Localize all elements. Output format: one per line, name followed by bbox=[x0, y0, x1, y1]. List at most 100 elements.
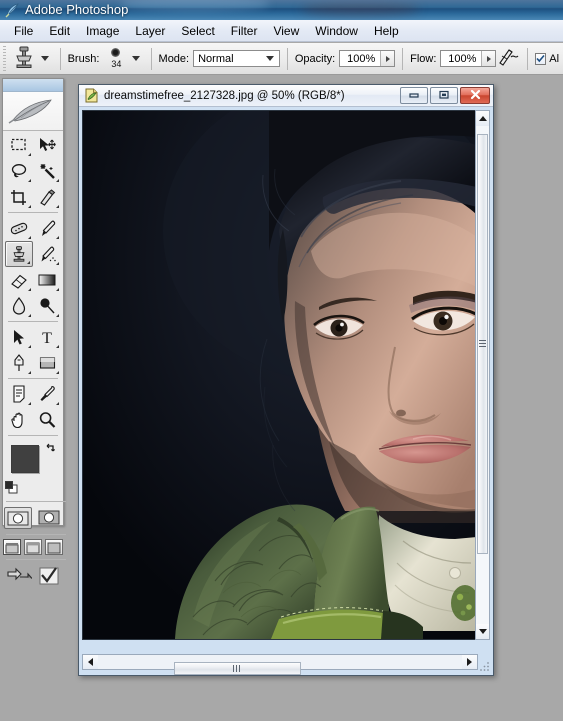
flyout-corner-icon bbox=[56, 345, 59, 348]
restore-button[interactable] bbox=[430, 87, 458, 104]
tool-lasso[interactable] bbox=[5, 158, 33, 184]
tool-healing-brush[interactable] bbox=[5, 215, 33, 241]
flyout-corner-icon bbox=[56, 371, 59, 374]
tool-history-brush[interactable] bbox=[33, 241, 61, 267]
swap-colors-icon[interactable] bbox=[44, 442, 57, 458]
flyout-corner-icon bbox=[28, 345, 31, 348]
tool-magic-wand[interactable] bbox=[33, 158, 61, 184]
flow-label: Flow: bbox=[410, 52, 437, 65]
tool-zoom[interactable] bbox=[33, 407, 61, 433]
tool-hand[interactable] bbox=[5, 407, 33, 433]
tool-notes[interactable] bbox=[5, 381, 33, 407]
options-separator-4 bbox=[402, 47, 404, 70]
image-canvas[interactable] bbox=[82, 110, 478, 640]
toolbox-tool-grid: T bbox=[3, 131, 63, 439]
tool-rectangular-marquee[interactable] bbox=[5, 132, 33, 158]
close-button[interactable] bbox=[460, 87, 490, 104]
scroll-left-icon[interactable] bbox=[83, 655, 98, 669]
toolbox-drag-header[interactable] bbox=[3, 79, 63, 92]
menu-window[interactable]: Window bbox=[307, 22, 366, 40]
flyout-corner-icon bbox=[56, 288, 59, 291]
brush-preview[interactable]: 34 bbox=[103, 45, 125, 73]
jump-to-imageready-button[interactable] bbox=[6, 566, 33, 589]
tool-slice[interactable] bbox=[33, 184, 61, 210]
tool-crop[interactable] bbox=[5, 184, 33, 210]
opacity-field[interactable]: 100% bbox=[339, 50, 396, 67]
options-bar-grip[interactable] bbox=[0, 43, 8, 74]
tool-pen[interactable] bbox=[5, 350, 33, 376]
tool-dodge[interactable] bbox=[33, 293, 61, 319]
flow-value: 100% bbox=[448, 52, 477, 65]
flow-stepper[interactable] bbox=[481, 51, 496, 66]
menubar: File Edit Image Layer Select Filter View… bbox=[0, 20, 563, 42]
foreground-color-swatch[interactable] bbox=[11, 445, 39, 473]
quick-mask-mode-button[interactable] bbox=[36, 507, 62, 527]
tool-brush[interactable] bbox=[33, 215, 61, 241]
tool-eyedropper[interactable] bbox=[33, 381, 61, 407]
toolbox-divider-2 bbox=[8, 321, 58, 322]
toolbox-divider-3 bbox=[8, 378, 58, 379]
vertical-scrollbar[interactable] bbox=[475, 110, 490, 640]
standard-screen-mode-button[interactable] bbox=[3, 539, 21, 555]
application-titlebar: Adobe Photoshop bbox=[0, 0, 563, 20]
minimize-button[interactable] bbox=[400, 87, 428, 104]
document-titlebar[interactable]: dreamstimefree_2127328.jpg @ 50% (RGB/8*… bbox=[79, 85, 493, 107]
vertical-scroll-thumb[interactable] bbox=[477, 134, 488, 554]
menu-layer[interactable]: Layer bbox=[127, 22, 173, 40]
menu-view[interactable]: View bbox=[265, 22, 307, 40]
flyout-corner-icon bbox=[56, 205, 59, 208]
toolbox-divider-7 bbox=[6, 559, 66, 560]
brush-picker-chevron-down-icon[interactable] bbox=[131, 56, 140, 61]
horizontal-scroll-thumb[interactable] bbox=[174, 662, 301, 675]
flyout-corner-icon bbox=[56, 314, 59, 317]
tool-preset-picker[interactable] bbox=[11, 44, 53, 73]
menu-select[interactable]: Select bbox=[173, 22, 222, 40]
photoshop-feather-icon bbox=[5, 3, 20, 18]
options-separator-1 bbox=[59, 47, 61, 70]
menu-filter[interactable]: Filter bbox=[223, 22, 266, 40]
menu-image[interactable]: Image bbox=[78, 22, 127, 40]
tool-type[interactable]: T bbox=[33, 324, 61, 350]
tool-clone-stamp[interactable] bbox=[5, 241, 33, 267]
tool-move[interactable] bbox=[33, 132, 61, 158]
blend-mode-select[interactable]: Normal bbox=[193, 50, 281, 67]
menu-edit[interactable]: Edit bbox=[41, 22, 78, 40]
toolbox-divider-4 bbox=[8, 435, 58, 436]
brush-label: Brush: bbox=[67, 52, 100, 65]
vertical-scroll-track[interactable] bbox=[476, 126, 489, 624]
svg-text:T: T bbox=[42, 330, 52, 346]
default-colors-icon[interactable] bbox=[5, 481, 18, 497]
scroll-down-icon[interactable] bbox=[476, 624, 489, 639]
flyout-corner-icon bbox=[27, 261, 30, 264]
minimize-icon bbox=[407, 89, 421, 102]
full-screen-with-menubar-button[interactable] bbox=[24, 539, 42, 555]
tool-gradient[interactable] bbox=[33, 267, 61, 293]
jump-to-edit-button[interactable] bbox=[38, 566, 60, 589]
menu-file[interactable]: File bbox=[6, 22, 41, 40]
flyout-corner-icon bbox=[56, 402, 59, 405]
scroll-right-icon[interactable] bbox=[462, 655, 477, 669]
horizontal-scrollbar[interactable] bbox=[82, 654, 478, 675]
standard-mode-button[interactable] bbox=[4, 507, 32, 529]
airbrush-icon bbox=[496, 46, 520, 71]
flow-field[interactable]: 100% bbox=[440, 50, 497, 67]
flyout-corner-icon bbox=[56, 236, 59, 239]
flyout-corner-icon bbox=[28, 179, 31, 182]
tool-path-selection[interactable] bbox=[5, 324, 33, 350]
window-resize-grip[interactable] bbox=[479, 660, 491, 672]
opacity-stepper[interactable] bbox=[380, 51, 395, 66]
tool-eraser[interactable] bbox=[5, 267, 33, 293]
flyout-corner-icon bbox=[28, 153, 31, 156]
full-screen-mode-button[interactable] bbox=[45, 539, 63, 555]
scroll-up-icon[interactable] bbox=[476, 111, 489, 126]
color-swatch-area bbox=[3, 441, 63, 499]
document-title-text: dreamstimefree_2127328.jpg @ 50% (RGB/8*… bbox=[104, 89, 345, 102]
airbrush-toggle-button[interactable] bbox=[496, 47, 520, 71]
tool-preset-chevron-down-icon[interactable] bbox=[40, 56, 49, 61]
mode-label: Mode: bbox=[158, 52, 190, 65]
aligned-checkbox[interactable] bbox=[535, 52, 547, 65]
tool-blur[interactable] bbox=[5, 293, 33, 319]
menu-help[interactable]: Help bbox=[366, 22, 407, 40]
tool-options-bar: Brush: 34 Mode: Normal Opacity: 100% Flo… bbox=[0, 43, 563, 75]
tool-rectangle-shape[interactable] bbox=[33, 350, 61, 376]
